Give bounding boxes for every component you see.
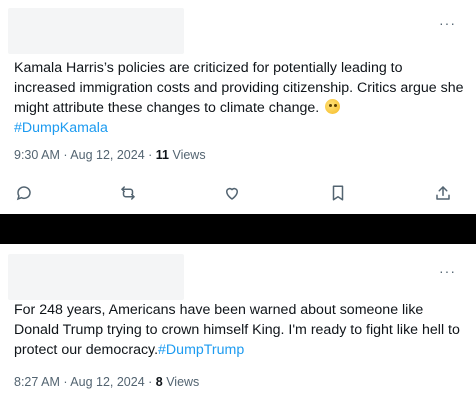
timestamp[interactable]: 8:27 AM · Aug 12, 2024 · (14, 375, 156, 389)
redacted-author-header (8, 254, 184, 300)
views-count: 11 (155, 148, 169, 162)
redacted-author-header (8, 8, 184, 54)
retweet-icon[interactable] (119, 184, 137, 202)
tweet-metadata: 9:30 AM · Aug 12, 2024 · 11 Views (14, 148, 206, 162)
image-divider (0, 214, 476, 244)
tweet-actions (0, 184, 476, 202)
bookmark-icon[interactable] (329, 184, 347, 202)
tweet-text: For 248 years, Americans have been warne… (14, 300, 466, 360)
more-options-icon[interactable]: ··· (439, 16, 456, 30)
thinking-face-emoji-icon (325, 99, 341, 114)
timestamp[interactable]: 9:30 AM · Aug 12, 2024 · (14, 148, 156, 162)
like-icon[interactable] (223, 184, 241, 202)
share-icon[interactable] (434, 184, 452, 202)
hashtag-link[interactable]: #DumpKamala (14, 120, 108, 136)
tweet-text: Kamala Harris’s policies are criticized … (14, 58, 466, 138)
views-count: 8 (155, 375, 163, 389)
views-label: Views (168, 148, 206, 162)
hashtag-link[interactable]: #DumpTrump (158, 342, 244, 358)
reply-icon[interactable] (15, 184, 33, 202)
more-options-icon[interactable]: ··· (439, 264, 456, 278)
tweet-card[interactable]: ··· For 248 years, Americans have been w… (0, 244, 476, 400)
tweet-metadata: 8:27 AM · Aug 12, 2024 · 8 Views (14, 375, 199, 389)
views-label: Views (162, 375, 200, 389)
tweet-card[interactable]: ··· Kamala Harris’s policies are critici… (0, 0, 476, 214)
tweet-body: Kamala Harris’s policies are criticized … (14, 60, 464, 116)
